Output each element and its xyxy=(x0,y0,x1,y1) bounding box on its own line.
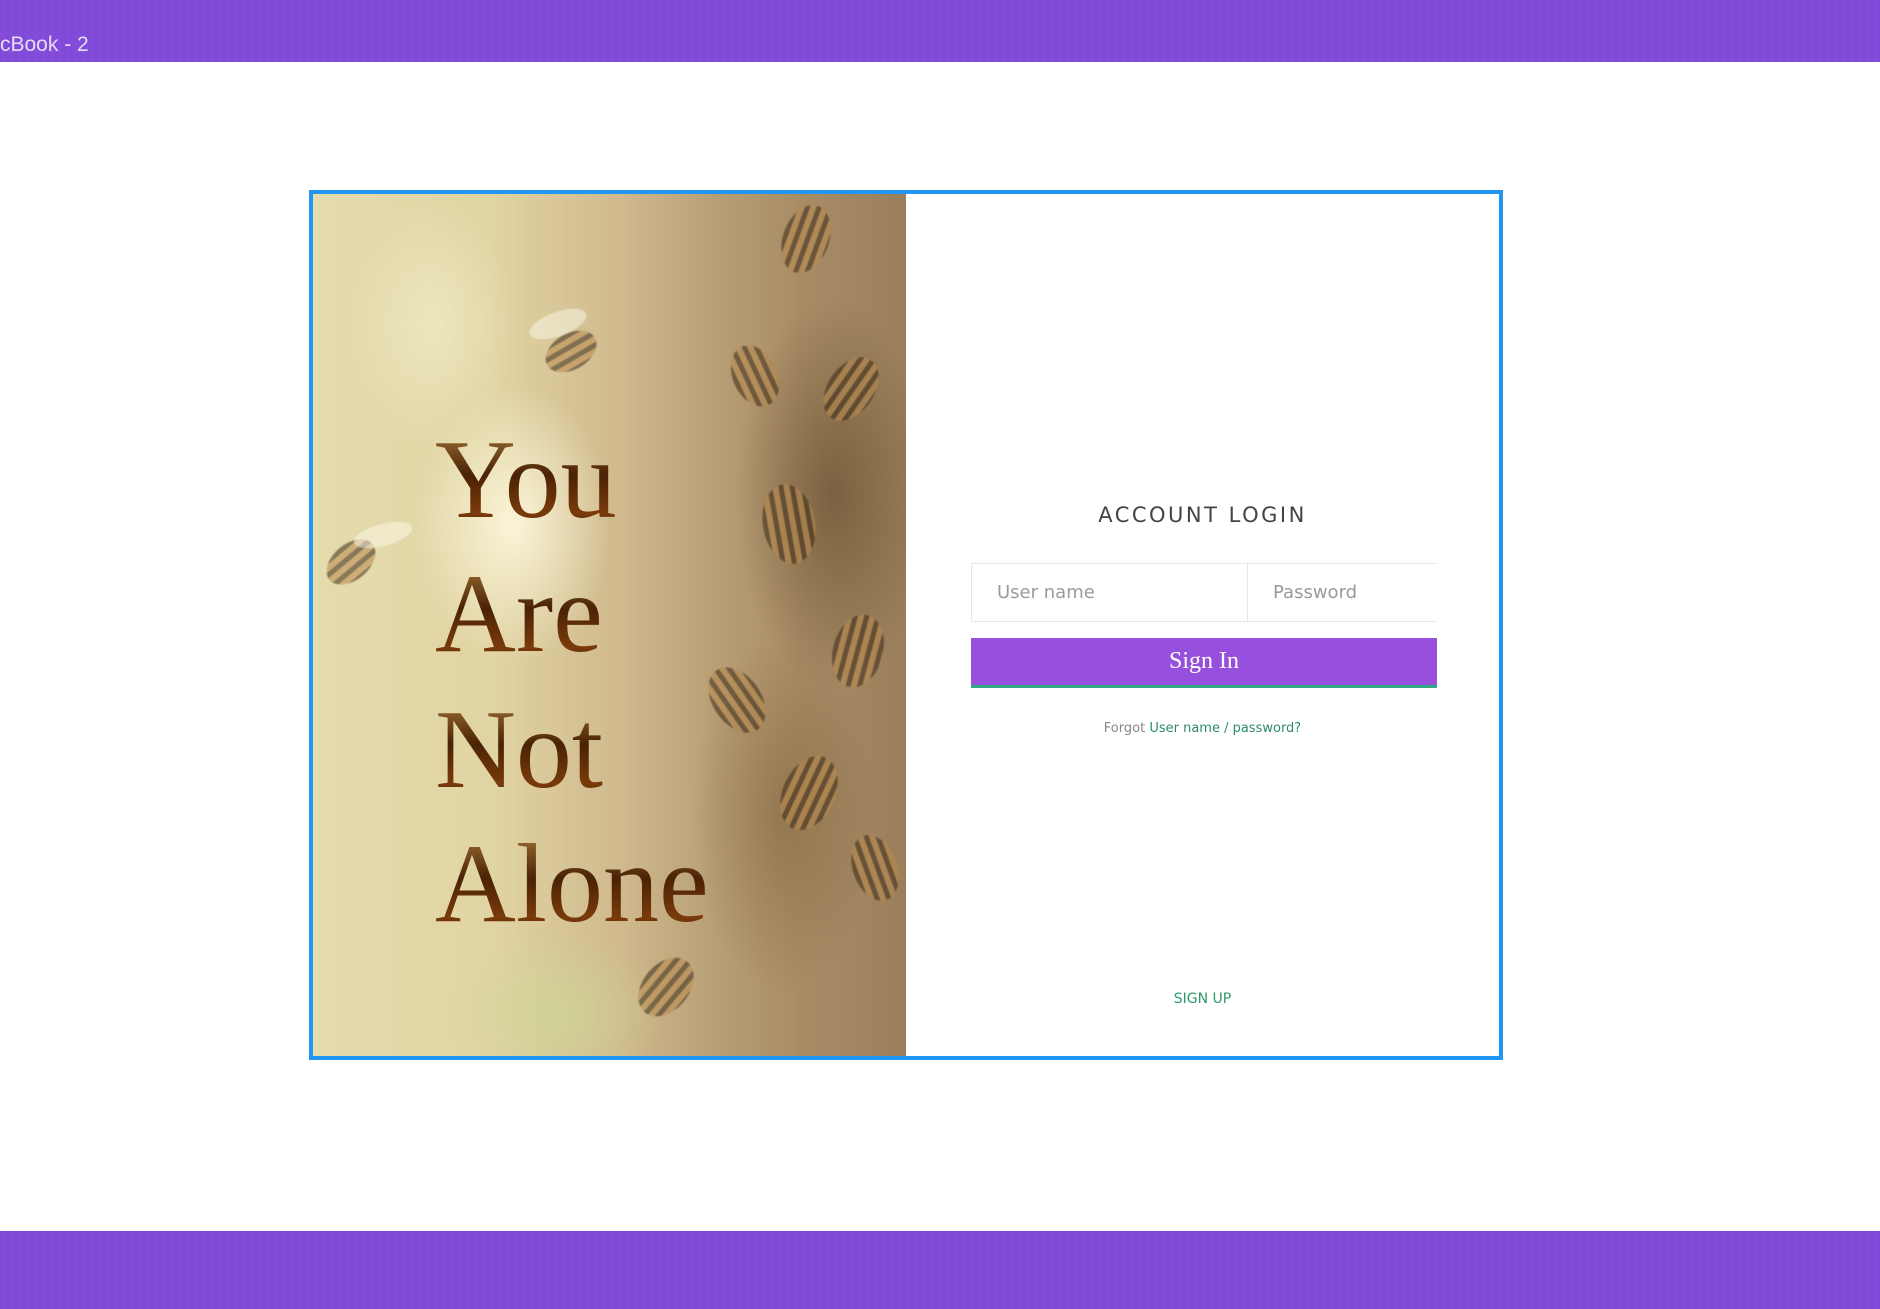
hero-line-3: Not xyxy=(435,688,603,812)
bottom-bar xyxy=(0,1231,1880,1309)
sign-up-link[interactable]: SIGN UP xyxy=(906,991,1499,1007)
bee-shape xyxy=(756,480,822,568)
frame-title[interactable]: cBook - 2 xyxy=(0,33,89,57)
hero-line-2: Are xyxy=(435,552,603,676)
bee-shape xyxy=(627,946,705,1028)
bee-shape xyxy=(824,608,892,694)
hero-line-1: You xyxy=(435,418,617,542)
credentials-row xyxy=(971,563,1499,622)
bee-shape xyxy=(812,347,890,431)
password-input[interactable] xyxy=(1247,564,1499,621)
bee-shape xyxy=(772,198,840,280)
sign-in-button[interactable]: Sign In xyxy=(971,638,1437,688)
username-input[interactable] xyxy=(972,564,1247,621)
forgot-credentials-link[interactable]: User name / password? xyxy=(1149,721,1301,736)
hero-line-4: Alone xyxy=(435,822,709,946)
login-card[interactable]: You Are Not Alone ACCOUNT LOGIN Sign In … xyxy=(309,190,1503,1060)
bee-shape xyxy=(768,746,850,840)
forgot-prefix: Forgot xyxy=(1103,721,1146,736)
login-title: ACCOUNT LOGIN xyxy=(1098,503,1307,527)
top-bar: cBook - 2 xyxy=(0,0,1880,62)
hero-image: You Are Not Alone xyxy=(313,194,906,1056)
forgot-text: Forgot User name / password? xyxy=(906,721,1499,736)
bee-shape xyxy=(696,656,778,744)
bee-wing-shape xyxy=(351,516,415,554)
login-pane: ACCOUNT LOGIN Sign In Forgot User name /… xyxy=(906,194,1499,1056)
bee-shape xyxy=(842,828,906,908)
bee-shape xyxy=(721,337,789,415)
